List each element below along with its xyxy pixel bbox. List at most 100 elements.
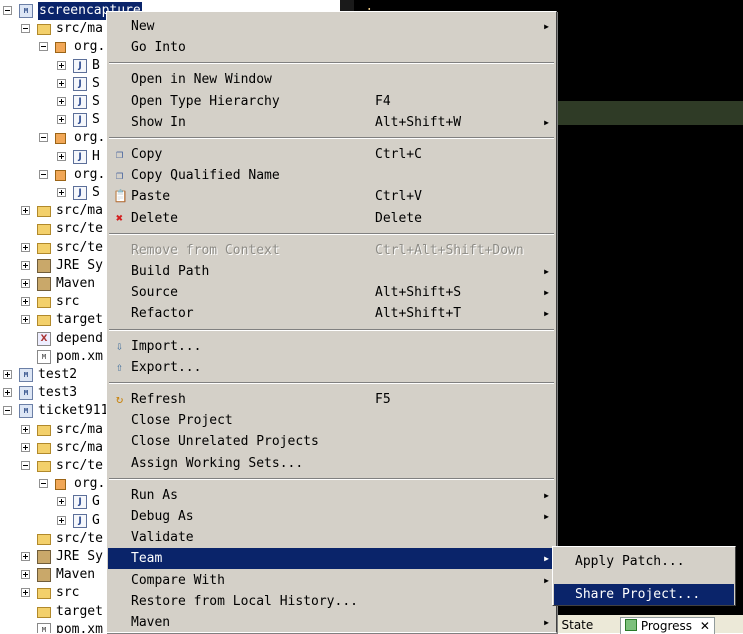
menu-item-build-path[interactable]: Build Path ▶ [108,261,555,282]
tab-progress[interactable]: Progress ✕ [620,617,715,634]
collapse-icon[interactable] [3,6,12,15]
menu-item-show-in[interactable]: Show In Alt+Shift+W ▶ [108,112,555,133]
menu-item-import[interactable]: ⇩ Import... [108,336,555,357]
menu-separator [109,477,554,480]
submenu-arrow-icon: ▶ [544,288,549,298]
menu-item-restore-from-local-history[interactable]: Restore from Local History... [108,591,555,612]
package-icon [55,169,66,181]
source-folder-icon [37,242,51,254]
menu-item-label: Run As [131,487,178,503]
expand-icon[interactable] [57,60,66,70]
tree-item-label: src/te [56,239,103,255]
tree-item-label: src/te [56,458,103,473]
menu-item-label: Refactor [131,306,194,322]
source-folder-icon [37,224,51,236]
tree-item-label: S [92,75,100,91]
menu-item-label: Go Into [131,40,186,56]
menu-item-run-as[interactable]: Run As ▶ [108,485,555,506]
menu-item-remove-from-context: Remove from Context Ctrl+Alt+Shift+Down [108,240,555,261]
tree-item-label: org. [74,130,106,146]
collapse-icon[interactable] [39,479,48,489]
collapse-icon[interactable] [21,24,30,34]
tree-item-label: S [92,94,100,109]
menu-item-maven[interactable]: Maven ▶ [108,612,555,633]
expand-icon[interactable] [21,424,30,434]
expand-icon[interactable] [57,188,66,197]
collapse-icon[interactable] [3,406,12,416]
menu-item-copy[interactable]: ❐ Copy Ctrl+C [108,144,555,165]
collapse-icon[interactable] [39,42,48,52]
submenu-item-apply-patch[interactable]: Apply Patch... [554,551,734,572]
library-icon [37,568,51,583]
expand-icon[interactable] [57,97,66,106]
submenu-arrow-icon: ▶ [544,267,549,276]
java-file-icon: J [73,113,87,128]
tree-item-label: org. [74,39,106,55]
menu-item-refresh[interactable]: ↻ Refresh F5 [108,389,555,410]
expand-icon[interactable] [21,588,30,598]
source-folder-icon [37,24,51,36]
menu-item-compare-with[interactable]: Compare With ▶ [108,570,555,591]
menu-item-debug-as[interactable]: Debug As ▶ [108,506,555,527]
expand-icon[interactable] [21,297,30,307]
expand-icon[interactable] [57,151,66,161]
expand-icon[interactable] [21,552,30,561]
menu-item-shortcut: Delete [375,210,422,226]
expand-icon[interactable] [3,370,12,379]
expand-icon[interactable] [21,570,30,580]
source-folder-icon [37,533,51,545]
expand-icon[interactable] [21,442,30,452]
tree-item-label: JRE Sy [56,549,103,564]
java-file-icon: J [73,76,87,91]
expand-icon[interactable] [21,315,30,325]
menu-item-validate[interactable]: Validate [108,527,555,548]
submenu-item-share-project[interactable]: Share Project... [554,584,734,605]
progress-icon [625,619,637,631]
context-menu: New ▶ Go Into Open in New Window Open Type H… [106,11,557,633]
tree-item-label: test3 [38,385,78,401]
tree-item-label: ticket911 [38,403,109,419]
paste-icon: 📋 [113,189,128,204]
collapse-icon[interactable] [39,169,48,179]
menu-item-close-unrelated-projects[interactable]: Close Unrelated Projects [108,431,555,452]
menu-separator [109,62,554,65]
submenu-arrow-icon: ▶ [544,117,549,127]
menu-item-export[interactable]: ⇧ Export... [108,357,555,378]
expand-icon[interactable] [21,260,30,270]
collapse-icon[interactable] [39,133,48,143]
expand-icon[interactable] [57,497,66,507]
menu-item-shortcut: Alt+Shift+W [375,114,462,130]
maven-project-icon: M [19,368,33,382]
menu-item-team[interactable]: Team ▶ [108,548,555,570]
expand-icon[interactable] [57,515,66,525]
menu-item-close-project[interactable]: Close Project [108,410,555,431]
menu-item-source[interactable]: Source Alt+Shift+S ▶ [108,282,555,303]
menu-item-paste[interactable]: 📋 Paste Ctrl+V [108,186,555,207]
menu-item-go-into[interactable]: Go Into [108,37,555,58]
java-file-icon: J [73,186,87,200]
menu-item-assign-working-sets[interactable]: Assign Working Sets... [108,453,555,474]
menu-item-label: Close Unrelated Projects [131,434,319,450]
export-icon: ⇧ [115,359,124,374]
menu-item-refactor[interactable]: Refactor Alt+Shift+T ▶ [108,303,555,324]
expand-icon[interactable] [57,115,66,125]
maven-file-icon: M [37,349,51,364]
close-icon[interactable]: ✕ [700,619,710,633]
tree-item-label: org. [74,166,106,182]
menu-item-copy-qualified-name[interactable]: ❐ Copy Qualified Name [108,165,555,186]
expand-icon[interactable] [21,206,30,216]
expand-icon[interactable] [21,279,30,288]
expand-icon[interactable] [3,388,12,398]
menu-separator [109,137,554,139]
menu-item-new[interactable]: New ▶ [108,16,555,37]
expand-icon[interactable] [57,78,66,88]
library-icon [37,258,51,273]
tree-item-label: G [92,512,100,528]
maven-project-icon: M [19,4,33,18]
menu-item-label: Delete [131,210,178,226]
menu-item-open-in-new-window[interactable]: Open in New Window [108,69,555,90]
collapse-icon[interactable] [21,461,30,470]
menu-item-delete[interactable]: ✖ Delete Delete [108,208,555,229]
menu-item-open-type-hierarchy[interactable]: Open Type Hierarchy F4 [108,91,555,112]
expand-icon[interactable] [21,242,30,252]
